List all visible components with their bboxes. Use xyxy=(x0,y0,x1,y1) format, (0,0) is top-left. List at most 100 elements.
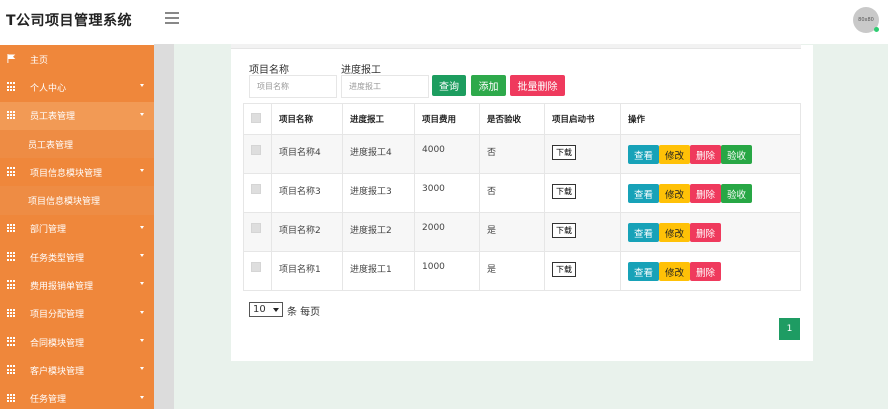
progress-filter-label: 进度报工 xyxy=(341,65,381,76)
grid-icon xyxy=(7,252,16,261)
row-checkbox[interactable] xyxy=(251,223,261,233)
grid-icon xyxy=(7,223,16,233)
page-size-value: 10 xyxy=(253,304,266,315)
download-button[interactable]: 下载 xyxy=(552,145,576,160)
sidebar-item-assignments[interactable]: 项目分配管理 xyxy=(0,300,154,328)
page-size-select[interactable]: 10 xyxy=(249,302,283,317)
flag-icon xyxy=(7,54,16,63)
chevron-down-icon xyxy=(273,308,279,312)
cell-name: 项目名称4 xyxy=(271,134,343,174)
view-button[interactable]: 查看 xyxy=(628,145,659,164)
row-select-cell xyxy=(243,173,272,213)
download-button[interactable]: 下载 xyxy=(552,184,576,199)
row-checkbox[interactable] xyxy=(251,184,261,194)
delete-button[interactable]: 删除 xyxy=(690,223,721,242)
sidebar-subitem-projects[interactable]: 项目信息模块管理 xyxy=(0,186,154,215)
sidebar-subitem-employees[interactable]: 员工表管理 xyxy=(0,129,154,159)
grid-icon xyxy=(7,393,16,403)
sidebar-item-customers[interactable]: 客户模块管理 xyxy=(0,356,154,384)
accept-button[interactable]: 验收 xyxy=(721,145,752,164)
cell-progress: 进度报工4 xyxy=(342,134,415,174)
sidebar-item-label: 项目分配管理 xyxy=(30,310,85,321)
sidebar-item-label: 项目信息模块管理 xyxy=(30,168,103,179)
col-header-progress[interactable]: 进度报工 xyxy=(342,103,415,135)
cell-accepted: 否 xyxy=(479,173,545,213)
select-all-checkbox[interactable] xyxy=(251,112,261,123)
download-button[interactable]: 下载 xyxy=(552,223,576,238)
cell-cost: 3000 xyxy=(414,173,480,213)
project-table: 项目名称 进度报工 项目费用 是否验收 项目启动书 操作 项目名称4 进度报工4… xyxy=(243,103,801,291)
col-header-cost[interactable]: 项目费用 xyxy=(414,103,480,135)
col-header-actions: 操作 xyxy=(620,103,801,135)
content-left-strip xyxy=(154,44,174,409)
col-header-startup-doc[interactable]: 项目启动书 xyxy=(544,103,621,135)
chevron-down-icon xyxy=(140,395,144,399)
cell-name: 项目名称1 xyxy=(271,251,343,291)
edit-button[interactable]: 修改 xyxy=(659,184,690,203)
edit-button[interactable]: 修改 xyxy=(659,262,690,281)
sidebar-item-label: 部门管理 xyxy=(30,225,67,236)
cell-progress: 进度报工3 xyxy=(342,173,415,213)
cell-actions: 查看 修改 删除 验收 xyxy=(620,173,801,213)
add-button[interactable]: 添加 xyxy=(471,75,506,96)
cell-name: 项目名称2 xyxy=(271,212,343,252)
col-header-accepted[interactable]: 是否验收 xyxy=(479,103,545,135)
per-page-label: 条 每页 xyxy=(287,307,321,318)
progress-filter-input[interactable]: 进度报工 xyxy=(341,75,429,98)
view-button[interactable]: 查看 xyxy=(628,223,659,242)
query-button[interactable]: 查询 xyxy=(432,75,466,96)
grid-icon xyxy=(7,336,16,346)
sidebar-item-label: 主页 xyxy=(30,55,49,66)
cell-startup-doc: 下载 xyxy=(544,212,621,252)
cell-actions: 查看 修改 删除 xyxy=(620,212,801,252)
online-status-dot xyxy=(874,27,879,32)
sidebar-item-projects[interactable]: 项目信息模块管理 xyxy=(0,158,154,186)
sidebar-item-tasks[interactable]: 任务管理 xyxy=(0,385,154,409)
view-button[interactable]: 查看 xyxy=(628,262,659,281)
sidebar-item-label: 费用报销单管理 xyxy=(30,282,94,293)
cell-cost: 1000 xyxy=(414,251,480,291)
table-row: 项目名称3 进度报工3 3000 否 下载 查看 修改 删除 验收 xyxy=(243,173,801,213)
edit-button[interactable]: 修改 xyxy=(659,145,690,164)
delete-button[interactable]: 删除 xyxy=(690,184,721,203)
sidebar-item-profile[interactable]: 个人中心 xyxy=(0,73,154,101)
row-checkbox[interactable] xyxy=(251,145,261,155)
name-filter-input[interactable]: 项目名称 xyxy=(249,75,337,98)
cell-accepted: 否 xyxy=(479,134,545,174)
sidebar-item-employees[interactable]: 员工表管理 xyxy=(0,101,154,130)
panel-top-bar xyxy=(231,44,801,49)
cell-name: 项目名称3 xyxy=(271,173,343,213)
cell-cost: 4000 xyxy=(414,134,480,174)
sidebar-item-label: 任务类型管理 xyxy=(30,253,85,264)
cell-startup-doc: 下载 xyxy=(544,173,621,213)
menu-toggle-icon[interactable] xyxy=(165,12,179,26)
cell-progress: 进度报工2 xyxy=(342,212,415,252)
chevron-down-icon xyxy=(140,112,144,116)
page-button-1[interactable]: 1 xyxy=(779,318,800,340)
view-button[interactable]: 查看 xyxy=(628,184,659,203)
batch-delete-button[interactable]: 批量删除 xyxy=(510,75,565,96)
delete-button[interactable]: 删除 xyxy=(690,262,721,281)
table-row: 项目名称2 进度报工2 2000 是 下载 查看 修改 删除 xyxy=(243,212,801,252)
col-header-name[interactable]: 项目名称 xyxy=(271,103,343,135)
delete-button[interactable]: 删除 xyxy=(690,145,721,164)
accept-button[interactable]: 验收 xyxy=(721,184,752,203)
cell-startup-doc: 下载 xyxy=(544,134,621,174)
grid-icon xyxy=(7,167,16,176)
sidebar-item-expenses[interactable]: 费用报销单管理 xyxy=(0,271,154,299)
cell-progress: 进度报工1 xyxy=(342,251,415,291)
row-checkbox[interactable] xyxy=(251,262,261,272)
sidebar-item-label: 员工表管理 xyxy=(30,112,76,123)
grid-icon xyxy=(7,308,16,318)
select-all-cell xyxy=(243,103,272,135)
sidebar-item-departments[interactable]: 部门管理 xyxy=(0,215,154,243)
sidebar-item-task-types[interactable]: 任务类型管理 xyxy=(0,243,154,271)
cell-accepted: 是 xyxy=(479,251,545,291)
edit-button[interactable]: 修改 xyxy=(659,223,690,242)
cell-cost: 2000 xyxy=(414,212,480,252)
table-header-row: 项目名称 进度报工 项目费用 是否验收 项目启动书 操作 xyxy=(243,103,801,135)
sidebar-item-contracts[interactable]: 合同模块管理 xyxy=(0,328,154,356)
chevron-down-icon xyxy=(140,254,144,258)
sidebar-item-home[interactable]: 主页 xyxy=(0,45,154,73)
download-button[interactable]: 下载 xyxy=(552,262,576,277)
